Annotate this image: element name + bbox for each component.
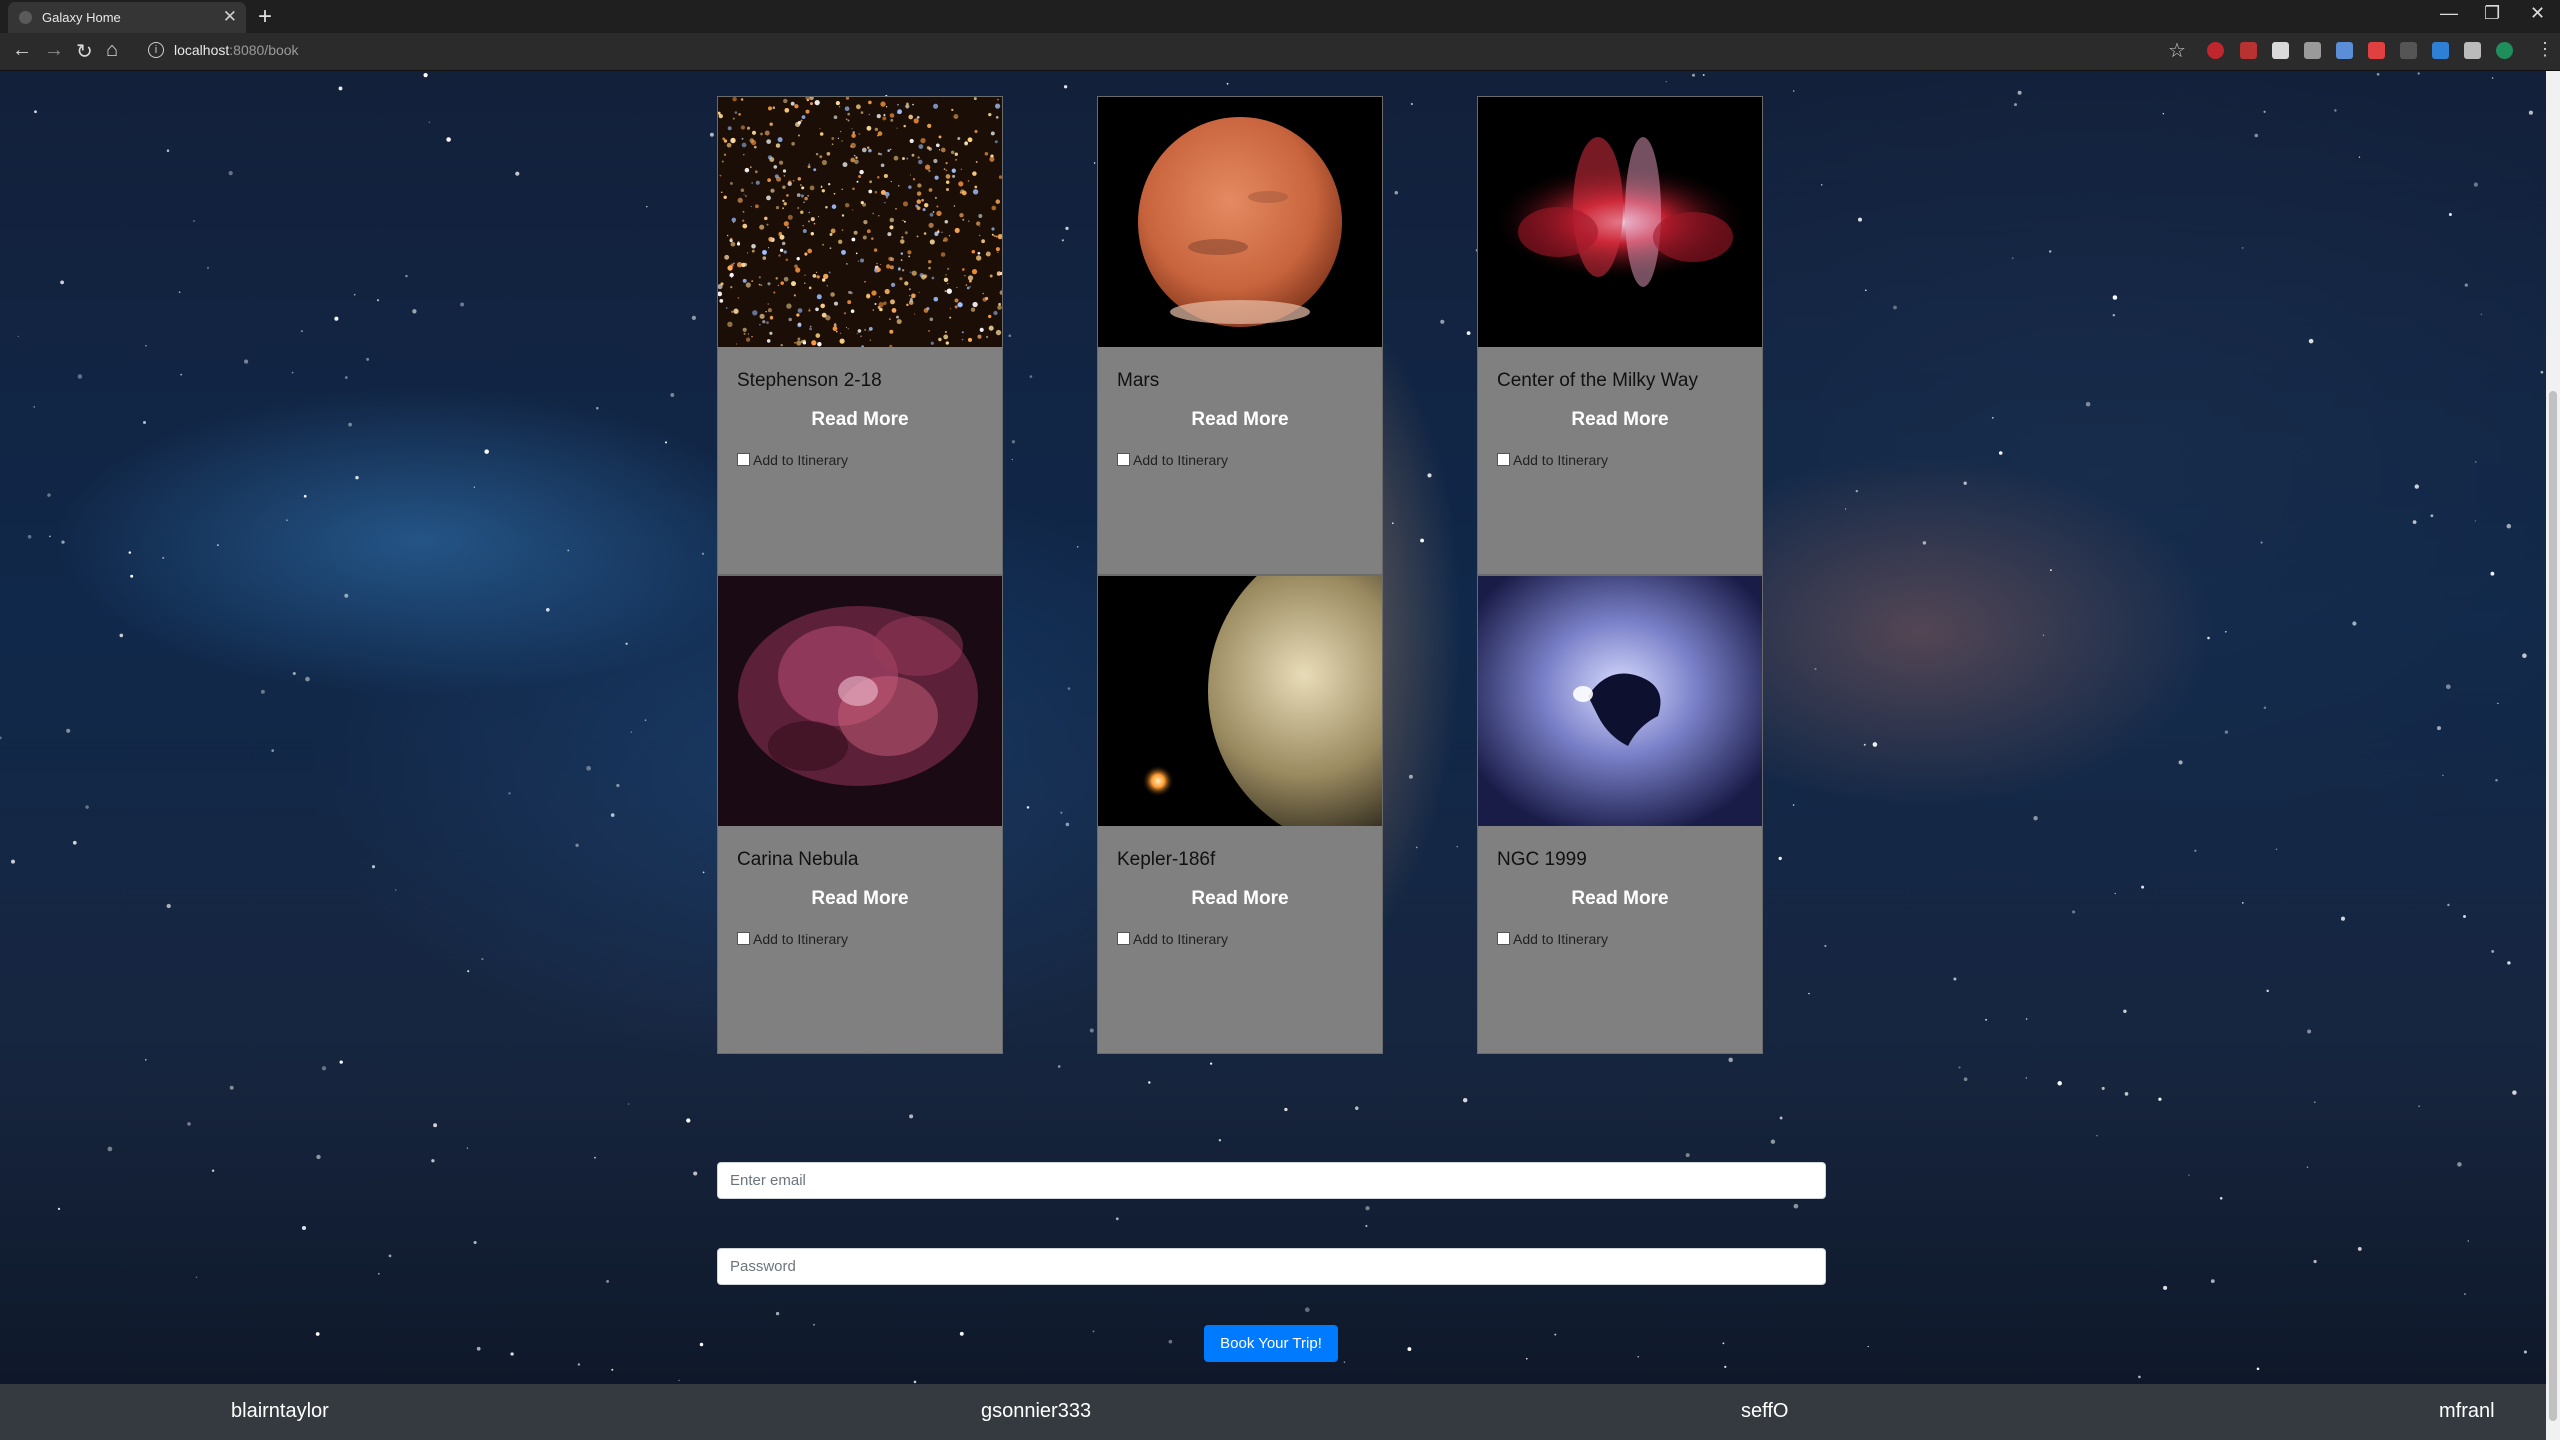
card-image-carina-nebula <box>718 576 1002 826</box>
card-title: Kepler-186f <box>1117 849 1216 870</box>
read-more-link[interactable]: Read More <box>1098 409 1382 431</box>
tab-title: Galaxy Home <box>42 10 121 25</box>
browser-menu-icon[interactable]: ⋮ <box>2536 39 2554 60</box>
destination-card: Carina Nebula Read More Add to Itinerary <box>717 575 1003 1054</box>
extension-icon[interactable] <box>2432 42 2449 59</box>
itinerary-checkbox[interactable]: Add to Itinerary <box>1497 931 1608 947</box>
read-more-link[interactable]: Read More <box>1478 409 1762 431</box>
back-icon[interactable]: ← <box>12 39 32 62</box>
footer-contributor: mfranl <box>2439 1400 2495 1422</box>
destination-card: Center of the Milky Way Read More Add to… <box>1477 96 1763 575</box>
card-title: NGC 1999 <box>1497 849 1587 870</box>
card-image-stephenson <box>718 97 1002 347</box>
tab-favicon-icon <box>19 11 32 24</box>
footer-contributor: seffO <box>1741 1400 1789 1422</box>
extension-icon[interactable] <box>2240 42 2257 59</box>
footer-contributor: blairntaylor <box>231 1400 329 1422</box>
tab-close-icon[interactable]: ✕ <box>223 7 237 27</box>
read-more-link[interactable]: Read More <box>718 888 1002 910</box>
url-text[interactable]: localhost:8080/book <box>174 42 299 58</box>
home-icon[interactable]: ⌂ <box>106 39 118 62</box>
extension-icon[interactable] <box>2368 42 2385 59</box>
scrollbar-thumb[interactable] <box>2549 391 2557 1421</box>
footer: blairntaylor gsonnier333 seffO mfranl <box>0 1384 2546 1440</box>
read-more-link[interactable]: Read More <box>1478 888 1762 910</box>
bookmark-star-icon[interactable]: ☆ <box>2168 38 2186 63</box>
checkbox-box[interactable] <box>1117 453 1130 466</box>
card-image-ngc-1999 <box>1478 576 1762 826</box>
checkbox-box[interactable] <box>737 453 750 466</box>
restore-icon[interactable]: ❐ <box>2484 3 2500 24</box>
close-window-icon[interactable]: ✕ <box>2530 3 2545 24</box>
address-bar[interactable]: i localhost:8080/book <box>144 37 2134 65</box>
card-image-mars <box>1098 97 1382 347</box>
forward-icon[interactable]: → <box>44 39 64 62</box>
page-scrollbar[interactable] <box>2546 71 2560 1440</box>
browser-tab-bar: Galaxy Home ✕ + — ❐ ✕ <box>0 0 2560 33</box>
itinerary-checkbox[interactable]: Add to Itinerary <box>737 931 848 947</box>
checkbox-box[interactable] <box>1117 932 1130 945</box>
card-title: Stephenson 2-18 <box>737 370 882 391</box>
card-title: Mars <box>1117 370 1160 391</box>
card-title: Carina Nebula <box>737 849 859 870</box>
card-title: Center of the Milky Way <box>1497 370 1698 391</box>
page-background: Stephenson 2-18 Read More Add to Itinera… <box>0 71 2546 1440</box>
reload-icon[interactable]: ↻ <box>76 39 93 64</box>
password-field[interactable]: Password <box>717 1248 1826 1285</box>
book-trip-button[interactable]: Book Your Trip! <box>1204 1325 1338 1362</box>
read-more-link[interactable]: Read More <box>718 409 1002 431</box>
itinerary-checkbox[interactable]: Add to Itinerary <box>1117 931 1228 947</box>
extension-icon[interactable] <box>2272 42 2289 59</box>
minimize-icon[interactable]: — <box>2440 3 2458 24</box>
extensions-puzzle-icon[interactable] <box>2464 42 2481 59</box>
site-info-icon[interactable]: i <box>148 42 164 58</box>
browser-tab[interactable]: Galaxy Home ✕ <box>8 2 246 33</box>
extension-icon[interactable] <box>2304 42 2321 59</box>
footer-contributor: gsonnier333 <box>981 1400 1092 1422</box>
itinerary-checkbox[interactable]: Add to Itinerary <box>1117 452 1228 468</box>
card-image-kepler-186f <box>1098 576 1382 826</box>
destination-card: Mars Read More Add to Itinerary <box>1097 96 1383 575</box>
card-image-milky-way-center <box>1478 97 1762 347</box>
extension-icon[interactable] <box>2336 42 2353 59</box>
checkbox-box[interactable] <box>737 932 750 945</box>
itinerary-checkbox[interactable]: Add to Itinerary <box>1497 452 1608 468</box>
read-more-link[interactable]: Read More <box>1098 888 1382 910</box>
extension-icon[interactable] <box>2400 42 2417 59</box>
new-tab-button[interactable]: + <box>258 3 272 31</box>
extension-icon[interactable] <box>2207 42 2224 59</box>
destination-card: Stephenson 2-18 Read More Add to Itinera… <box>717 96 1003 575</box>
profile-avatar[interactable] <box>2496 42 2513 59</box>
destination-card: NGC 1999 Read More Add to Itinerary <box>1477 575 1763 1054</box>
email-field[interactable]: Enter email <box>717 1162 1826 1199</box>
browser-toolbar: ← → ↻ ⌂ i localhost:8080/book ☆ ⋮ <box>0 33 2560 71</box>
checkbox-box[interactable] <box>1497 453 1510 466</box>
checkbox-box[interactable] <box>1497 932 1510 945</box>
itinerary-checkbox[interactable]: Add to Itinerary <box>737 452 848 468</box>
destination-card: Kepler-186f Read More Add to Itinerary <box>1097 575 1383 1054</box>
